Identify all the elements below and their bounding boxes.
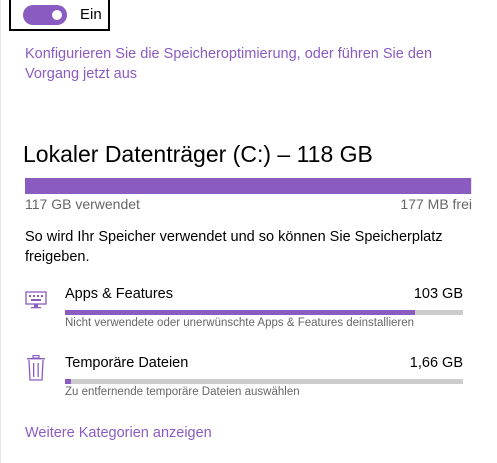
category-usage-bar-fill [65, 379, 71, 384]
drive-usage-bar [25, 178, 472, 194]
storage-sense-toggle-focus[interactable]: Ein [9, 0, 110, 31]
category-usage-bar [65, 310, 463, 315]
more-categories-link[interactable]: Weitere Kategorien anzeigen [25, 423, 212, 443]
toggle-knob [52, 9, 62, 20]
left-divider [0, 0, 1, 463]
category-description: Nicht verwendete oder unerwünschte Apps … [65, 317, 415, 329]
toggle-state-label: Ein [80, 6, 102, 23]
category-usage-bar-fill [65, 310, 416, 315]
category-description: Zu entfernende temporäre Dateien auswähl… [65, 386, 300, 398]
drive-free-label: 177 MB frei [400, 196, 472, 212]
category-temporary-files[interactable]: Temporäre Dateien 1,66 GB Zu entfernende… [25, 354, 465, 403]
usage-description: So wird Ihr Speicher verwendet und so kö… [25, 229, 443, 265]
category-name: Apps & Features [65, 286, 173, 302]
category-size: 103 GB [413, 286, 463, 302]
trash-icon [25, 354, 47, 381]
category-usage-bar [65, 379, 463, 384]
keyboard-icon [25, 286, 47, 312]
category-name: Temporäre Dateien [65, 355, 189, 371]
category-size: 1,66 GB [409, 355, 463, 371]
configure-storage-sense-link[interactable]: Konfigurieren Sie die Speicheroptimierun… [25, 44, 465, 84]
storage-settings-page: Ein Konfigurieren Sie die Speicheroptimi… [0, 0, 497, 463]
drive-title: Lokaler Datenträger (C:) – 118 GB [23, 141, 373, 167]
drive-usage-bar-fill [25, 178, 472, 194]
storage-sense-toggle[interactable] [23, 4, 67, 25]
drive-used-label: 117 GB verwendet [25, 196, 140, 212]
category-apps-features[interactable]: Apps & Features 103 GB Nicht verwendete … [25, 286, 465, 334]
